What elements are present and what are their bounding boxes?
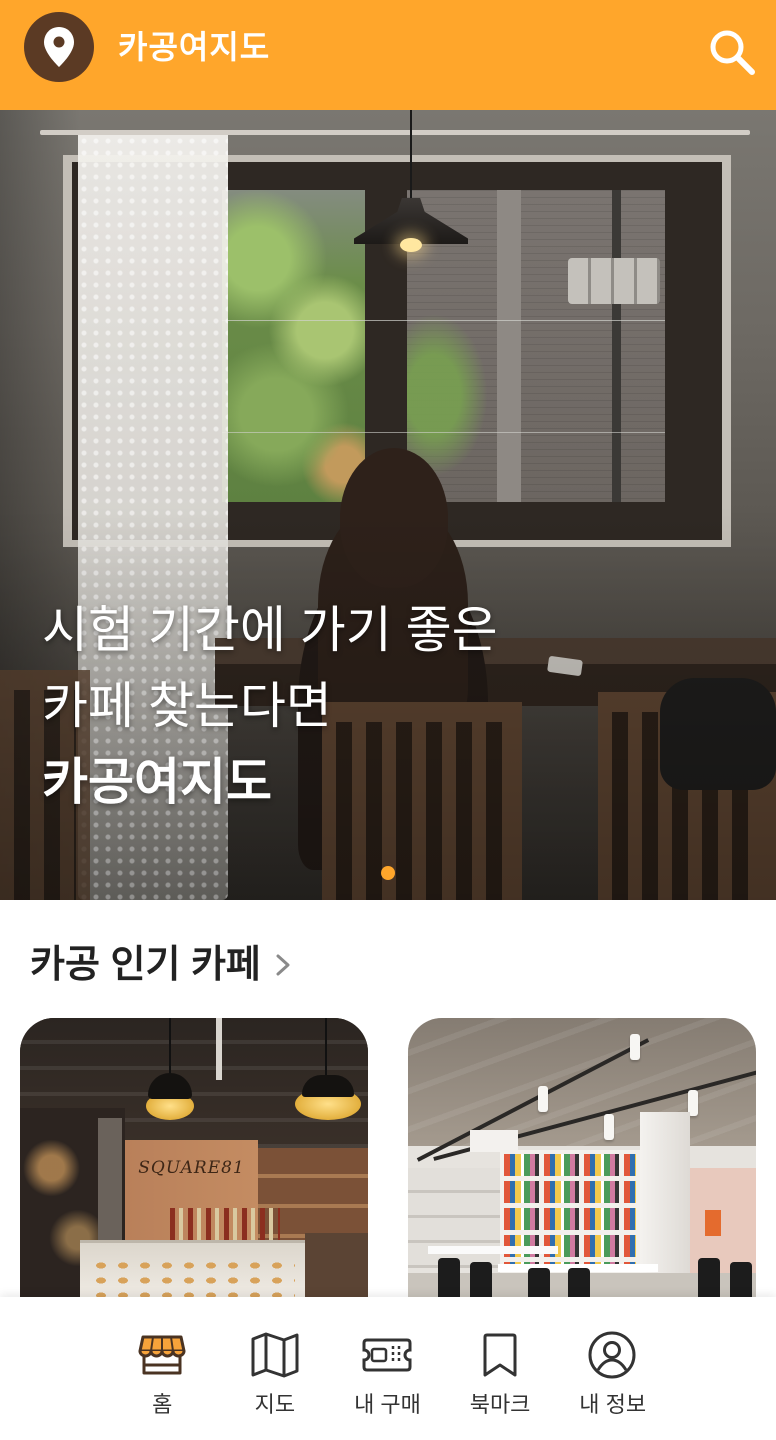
- nav-label: 홈: [152, 1392, 173, 1417]
- app-header: 카공여지도: [0, 0, 776, 110]
- nav-item-home[interactable]: 홈: [106, 1297, 219, 1440]
- search-icon: [710, 30, 755, 75]
- search-button[interactable]: [706, 26, 758, 78]
- hero-line-1: 시험 기간에 가기 좋은: [42, 602, 498, 658]
- nav-item-map[interactable]: 지도: [219, 1297, 332, 1440]
- pendant-lamp: [302, 1075, 354, 1097]
- popular-section-header[interactable]: 카공 인기 카페: [30, 940, 350, 990]
- location-pin-icon: [44, 27, 74, 67]
- nav-item-bookmarks[interactable]: 북마크: [444, 1297, 557, 1440]
- ceiling: [408, 1018, 756, 1146]
- chair: [698, 1258, 720, 1298]
- slide-indicator: [0, 866, 776, 880]
- lamp-cord: [325, 1018, 327, 1076]
- wall-picture: [705, 1210, 721, 1236]
- nav-label: 지도: [254, 1392, 296, 1417]
- nav-label: 내 정보: [579, 1392, 647, 1417]
- store-icon: [138, 1335, 186, 1375]
- ticket-icon: [362, 1338, 412, 1372]
- bottle-row: [170, 1208, 280, 1240]
- bottom-navigation: 홈 지도 내 구매 북마크 내 정보: [0, 1297, 776, 1440]
- chair: [730, 1262, 752, 1302]
- ceiling-ac-unit: [470, 1130, 518, 1152]
- table: [428, 1246, 558, 1254]
- nav-label: 북마크: [469, 1392, 531, 1417]
- app-title: 카공여지도: [118, 29, 271, 65]
- chevron-right-icon: [276, 954, 290, 976]
- spot-light: [630, 1034, 640, 1060]
- pastries: [90, 1258, 295, 1302]
- hero-line-3: 카공여지도: [42, 754, 272, 810]
- cafe-card[interactable]: SQUARE81: [20, 1018, 368, 1308]
- section-title: 카공 인기 카페: [30, 944, 261, 986]
- lamp-cord: [169, 1018, 171, 1076]
- hero-line-2: 카페 찾는다면: [42, 678, 332, 734]
- spot-light: [538, 1086, 548, 1112]
- nav-item-profile[interactable]: 내 정보: [556, 1297, 669, 1440]
- spot-light: [604, 1114, 614, 1140]
- chair: [438, 1258, 460, 1298]
- slide-indicator-dot[interactable]: [381, 866, 395, 880]
- cafe-card[interactable]: [408, 1018, 756, 1308]
- hero-headline: 시험 기간에 가기 좋은 카페 찾는다면 카공여지도: [42, 592, 742, 820]
- app-logo[interactable]: [24, 12, 94, 82]
- profile-icon: [588, 1331, 636, 1379]
- nav-item-purchases[interactable]: 내 구매: [331, 1297, 444, 1440]
- nav-label: 내 구매: [354, 1392, 421, 1417]
- map-icon: [251, 1332, 299, 1378]
- bookshelf: [500, 1150, 640, 1275]
- chair: [470, 1262, 492, 1302]
- cafe-sign: SQUARE81: [138, 1158, 245, 1178]
- hero-banner[interactable]: 시험 기간에 가기 좋은 카페 찾는다면 카공여지도: [0, 110, 776, 900]
- bookmark-icon: [483, 1333, 517, 1377]
- ceiling-duct: [216, 1018, 222, 1080]
